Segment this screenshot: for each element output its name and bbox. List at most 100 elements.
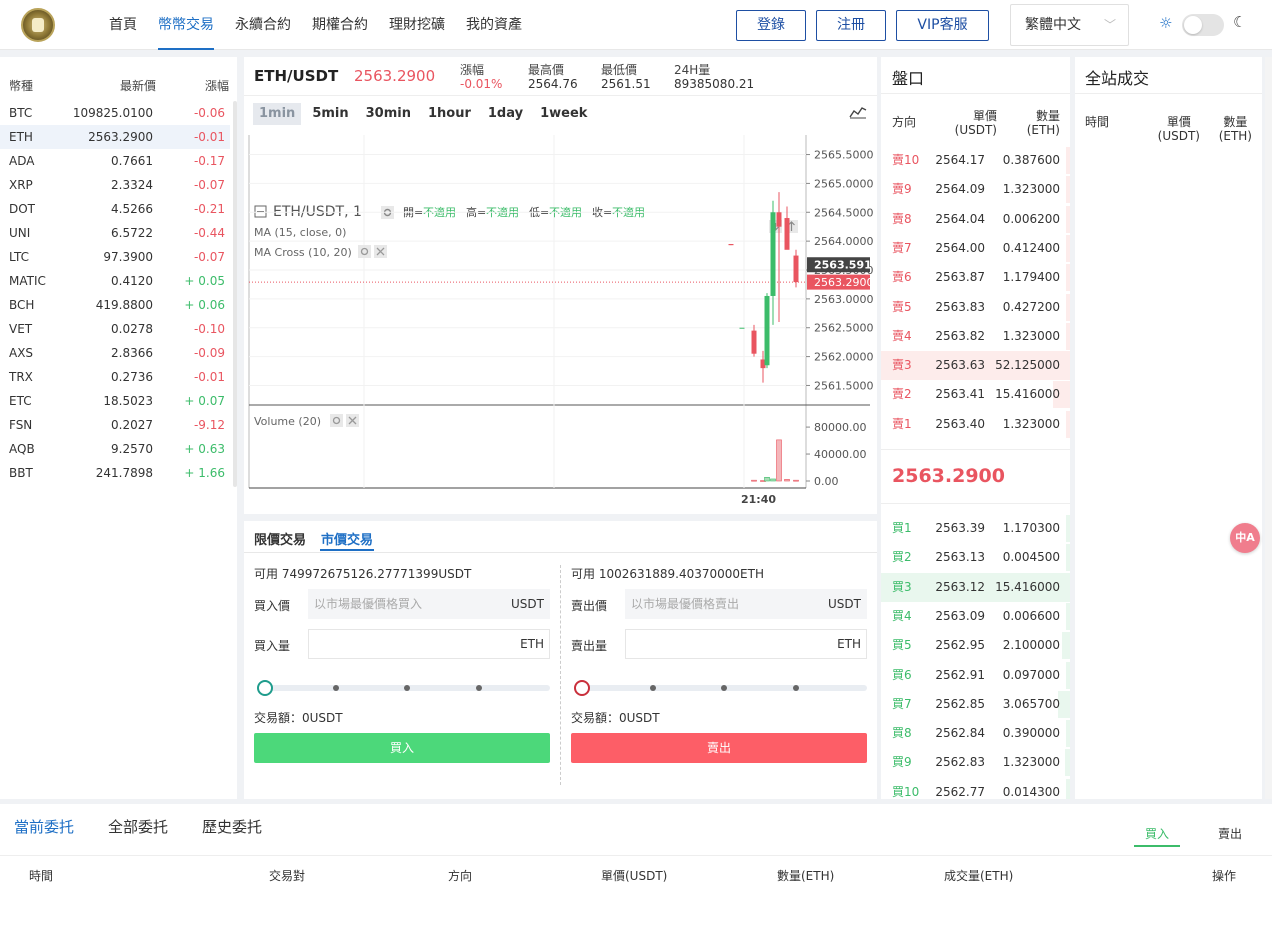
macross-settings-icon[interactable] bbox=[358, 245, 371, 258]
interval-30min[interactable]: 30min bbox=[360, 103, 417, 125]
market-row[interactable]: ETC 18.5023 + 0.07 bbox=[0, 389, 230, 413]
book-row-price: 2563.13 bbox=[935, 550, 985, 565]
sell-percent-slider[interactable] bbox=[574, 680, 867, 696]
macross-close-icon[interactable] bbox=[374, 245, 387, 258]
ask-row[interactable]: 賣1 2563.40 1.323000 bbox=[881, 410, 1070, 439]
register-button[interactable]: 注冊 bbox=[816, 10, 886, 41]
market-scrollbar[interactable] bbox=[233, 101, 237, 487]
slider-step-75[interactable] bbox=[793, 685, 799, 691]
slider-step-50[interactable] bbox=[404, 685, 410, 691]
nav-mining[interactable]: 理財挖礦 bbox=[379, 0, 455, 50]
ask-row[interactable]: 賣4 2563.82 1.323000 bbox=[881, 322, 1070, 351]
login-button[interactable]: 登錄 bbox=[736, 10, 806, 41]
market-row[interactable]: LTC 97.3900 -0.07 bbox=[0, 245, 230, 269]
orders-col-pair: 交易對 bbox=[269, 869, 306, 883]
nav-home[interactable]: 首頁 bbox=[99, 0, 147, 50]
market-row[interactable]: DOT 4.5266 -0.21 bbox=[0, 197, 230, 221]
interval-1hour[interactable]: 1hour bbox=[422, 103, 477, 125]
market-row[interactable]: AQB 9.2570 + 0.63 bbox=[0, 437, 230, 461]
slider-step-75[interactable] bbox=[476, 685, 482, 691]
bid-row[interactable]: 買1 2563.39 1.170300 bbox=[881, 514, 1070, 543]
book-row-qty: 1.323000 bbox=[1002, 416, 1060, 431]
buy-slider-handle[interactable] bbox=[257, 680, 273, 696]
slider-step-25[interactable] bbox=[650, 685, 656, 691]
candle-body[interactable] bbox=[728, 244, 734, 246]
candle-body[interactable] bbox=[764, 295, 770, 366]
market-row[interactable]: ETH 2563.2900 -0.01 bbox=[0, 125, 230, 149]
translate-button[interactable]: 中A bbox=[1230, 523, 1260, 553]
buy-price-field[interactable]: 以市場最優價格買入 USDT bbox=[308, 589, 550, 619]
tab-market-order[interactable]: 市價交易 bbox=[319, 529, 375, 551]
market-row[interactable]: ADA 0.7661 -0.17 bbox=[0, 149, 230, 173]
market-row[interactable]: VET 0.0278 -0.10 bbox=[0, 317, 230, 341]
candle-body[interactable] bbox=[784, 218, 790, 250]
interval-1day[interactable]: 1day bbox=[482, 103, 529, 125]
tab-all-orders[interactable]: 全部委托 bbox=[108, 816, 168, 837]
interval-5min[interactable]: 5min bbox=[306, 103, 354, 125]
buy-button[interactable]: 買入 bbox=[254, 733, 550, 763]
market-row[interactable]: BCH 419.8800 + 0.06 bbox=[0, 293, 230, 317]
market-row[interactable]: MATIC 0.4120 + 0.05 bbox=[0, 269, 230, 293]
candle-body[interactable] bbox=[739, 327, 745, 329]
bid-row[interactable]: 買6 2562.91 0.097000 bbox=[881, 661, 1070, 690]
indicator-icon[interactable] bbox=[849, 105, 867, 122]
ask-row[interactable]: 賣8 2564.04 0.006200 bbox=[881, 205, 1070, 234]
theme-toggle[interactable] bbox=[1182, 14, 1224, 36]
volume-settings-icon[interactable] bbox=[330, 414, 343, 427]
market-row[interactable]: XRP 2.3324 -0.07 bbox=[0, 173, 230, 197]
interval-1min[interactable]: 1min bbox=[253, 103, 302, 125]
ticker-low: 最低價 2561.51 bbox=[601, 63, 651, 91]
nav-options[interactable]: 期權合約 bbox=[302, 0, 378, 50]
page-scrollbar[interactable] bbox=[1265, 57, 1272, 799]
sell-slider-handle[interactable] bbox=[574, 680, 590, 696]
tab-current-orders[interactable]: 當前委托 bbox=[14, 816, 74, 837]
ask-row[interactable]: 賣9 2564.09 1.323000 bbox=[881, 175, 1070, 204]
book-row-side: 買6 bbox=[892, 667, 912, 682]
market-row[interactable]: AXS 2.8366 -0.09 bbox=[0, 341, 230, 365]
bid-row[interactable]: 買2 2563.13 0.004500 bbox=[881, 543, 1070, 572]
candle-body[interactable] bbox=[751, 330, 757, 354]
market-row[interactable]: UNI 6.5722 -0.44 bbox=[0, 221, 230, 245]
ask-row[interactable]: 賣2 2563.41 15.416000 bbox=[881, 380, 1070, 409]
volume-close-icon[interactable] bbox=[346, 414, 359, 427]
bid-row[interactable]: 買3 2563.12 15.416000 bbox=[881, 572, 1070, 602]
market-row[interactable]: BBT 241.7898 + 1.66 bbox=[0, 461, 230, 485]
buy-percent-slider[interactable] bbox=[257, 680, 550, 696]
candle-body[interactable] bbox=[770, 212, 776, 296]
interval-1week[interactable]: 1week bbox=[534, 103, 593, 125]
market-row[interactable]: TRX 0.2736 -0.01 bbox=[0, 365, 230, 389]
bid-row[interactable]: 買7 2562.85 3.065700 bbox=[881, 690, 1070, 719]
ask-row[interactable]: 賣5 2563.83 0.427200 bbox=[881, 293, 1070, 322]
slider-step-25[interactable] bbox=[333, 685, 339, 691]
sell-qty-field[interactable]: ETH bbox=[625, 629, 867, 659]
buy-qty-field[interactable]: ETH bbox=[308, 629, 550, 659]
nav-spot-trading[interactable]: 幣幣交易 bbox=[148, 0, 224, 50]
ask-row[interactable]: 賣7 2564.00 0.412400 bbox=[881, 234, 1070, 263]
filter-sell[interactable]: 賣出 bbox=[1218, 825, 1242, 842]
ask-row[interactable]: 賣3 2563.63 52.125000 bbox=[881, 351, 1070, 381]
bid-row[interactable]: 買4 2563.09 0.006600 bbox=[881, 602, 1070, 631]
candle-body[interactable] bbox=[793, 255, 799, 283]
filter-buy[interactable]: 買入 bbox=[1133, 825, 1181, 847]
bid-row[interactable]: 買10 2562.77 0.014300 bbox=[881, 778, 1070, 799]
sell-button[interactable]: 賣出 bbox=[571, 733, 867, 763]
price-chart[interactable]: ETH/USDT, 1 開= 不適用 高= 不適用 低= 不適用 收= 不適用 … bbox=[244, 135, 877, 514]
language-select[interactable]: 繁體中文 ﹀ bbox=[1010, 4, 1129, 46]
slider-step-50[interactable] bbox=[721, 685, 727, 691]
ask-row[interactable]: 賣6 2563.87 1.179400 bbox=[881, 263, 1070, 292]
nav-perpetual[interactable]: 永續合約 bbox=[225, 0, 301, 50]
ask-row[interactable]: 賣10 2564.17 0.387600 bbox=[881, 146, 1070, 175]
bid-row[interactable]: 買5 2562.95 2.100000 bbox=[881, 631, 1070, 660]
tab-history-orders[interactable]: 歷史委托 bbox=[202, 816, 262, 837]
market-row[interactable]: BTC 109825.0100 -0.06 bbox=[0, 101, 230, 125]
bid-row[interactable]: 買9 2562.83 1.323000 bbox=[881, 748, 1070, 777]
vip-support-button[interactable]: VIP客服 bbox=[896, 10, 989, 41]
nav-assets[interactable]: 我的資產 bbox=[456, 0, 532, 50]
site-logo[interactable] bbox=[21, 8, 55, 42]
sell-price-field[interactable]: 以市場最優價格賣出 USDT bbox=[625, 589, 867, 619]
tab-limit-order[interactable]: 限價交易 bbox=[254, 529, 306, 548]
candle-body[interactable] bbox=[776, 212, 782, 227]
bid-row[interactable]: 買8 2562.84 0.390000 bbox=[881, 719, 1070, 748]
market-row[interactable]: FSN 0.2027 -9.12 bbox=[0, 413, 230, 437]
book-row-price: 2563.83 bbox=[935, 299, 985, 314]
